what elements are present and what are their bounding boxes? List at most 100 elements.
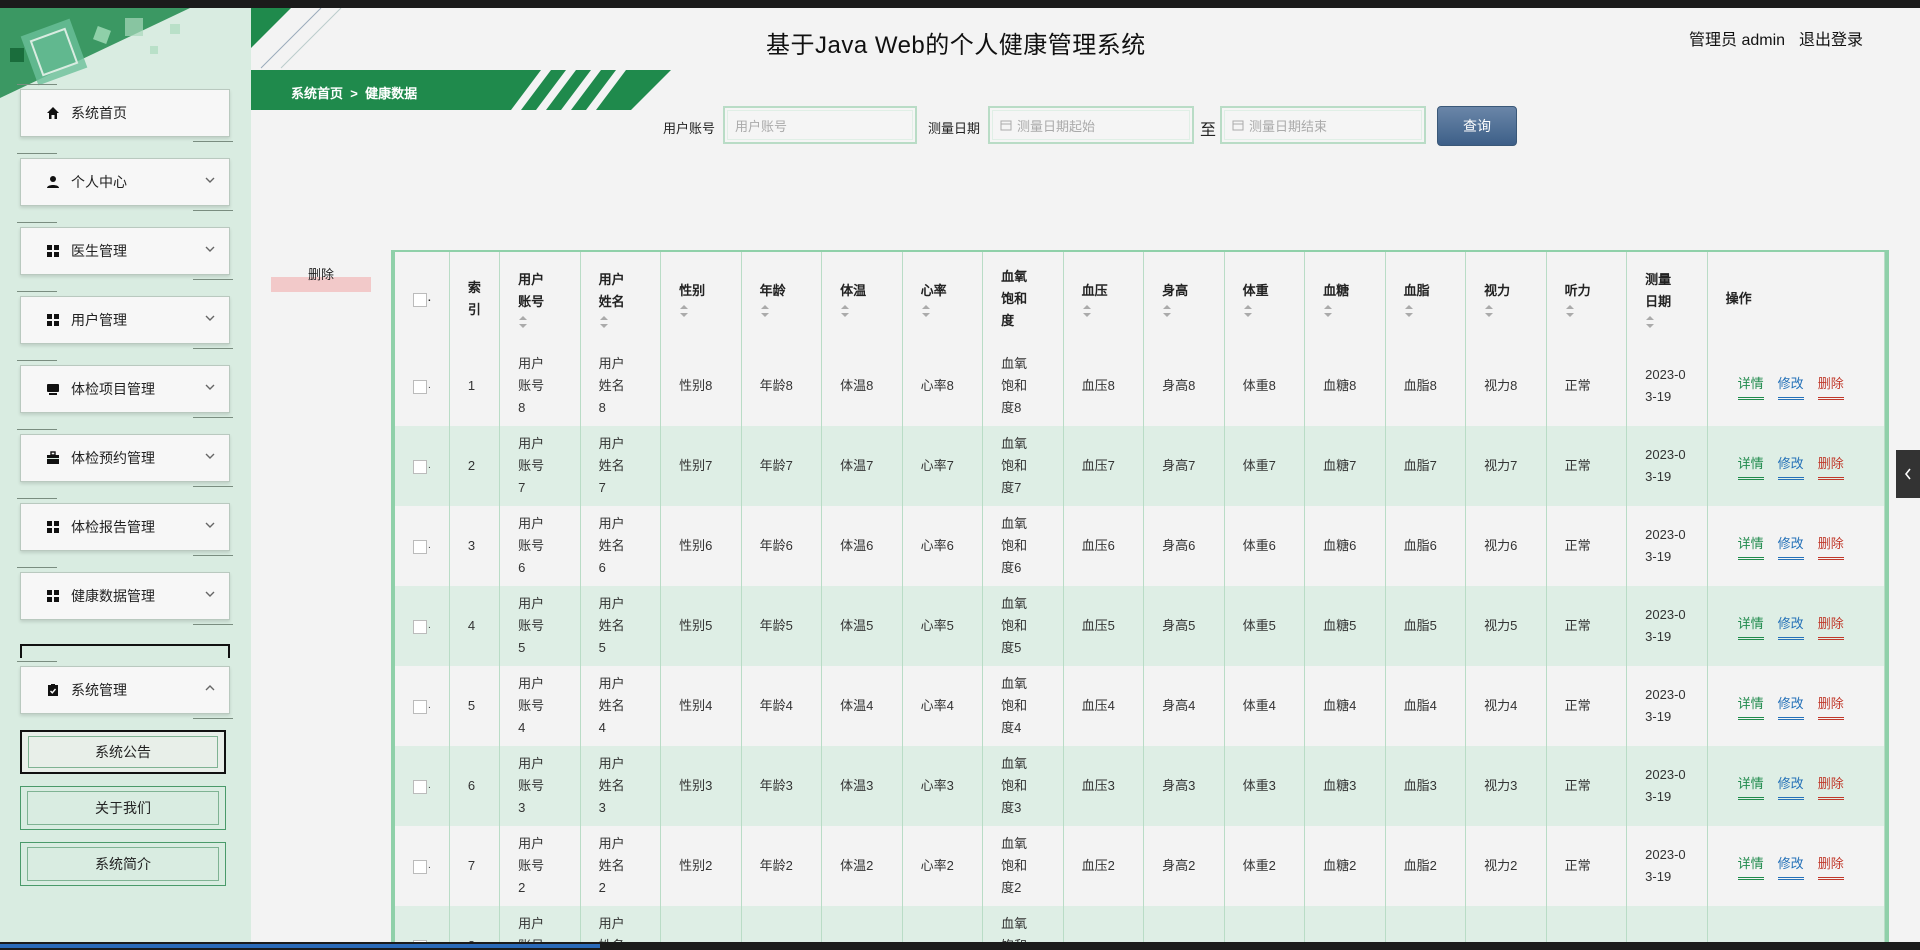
column-header[interactable]: 身高: [1143, 252, 1225, 346]
sort-icon[interactable]: [840, 304, 852, 318]
column-header[interactable]: 心率: [902, 252, 984, 346]
submenu-item-about-us[interactable]: 关于我们: [20, 786, 226, 830]
cell-text: 体温3: [840, 778, 874, 793]
column-header[interactable]: 年龄: [741, 252, 823, 346]
edit-button[interactable]: 修改: [1777, 373, 1804, 400]
batch-delete-button[interactable]: 删除: [271, 262, 371, 292]
detail-button[interactable]: 详情: [1737, 773, 1764, 800]
delete-button[interactable]: 删除: [1817, 533, 1844, 560]
column-header[interactable]: 血氧饱和度: [982, 252, 1064, 346]
column-header[interactable]: 血糖: [1304, 252, 1386, 346]
table-cell-idx: 5: [449, 666, 501, 746]
table-cell-vision: 视力8: [1465, 346, 1547, 426]
table-cell-name: 用户姓名6: [580, 506, 662, 586]
column-header[interactable]: 用户姓名: [580, 252, 662, 346]
edit-button[interactable]: 修改: [1777, 453, 1804, 480]
sort-icon[interactable]: [921, 304, 933, 318]
detail-button[interactable]: 详情: [1737, 373, 1764, 400]
column-header[interactable]: 用户账号: [499, 252, 581, 346]
table-cell-vision: 视力2: [1465, 826, 1547, 906]
date-start-input[interactable]: 测量日期起始: [988, 106, 1194, 144]
edit-button[interactable]: 修改: [1777, 613, 1804, 640]
account-search-input[interactable]: 用户账号: [723, 106, 917, 144]
window-top-strip: [0, 0, 1920, 8]
search-button[interactable]: 查询: [1437, 106, 1517, 146]
cell-text: 体温4: [840, 698, 874, 713]
detail-button[interactable]: 详情: [1737, 693, 1764, 720]
row-checkbox[interactable]: [413, 459, 427, 474]
column-header[interactable]: 血压: [1063, 252, 1145, 346]
table-cell-lipid: 血脂2: [1385, 826, 1467, 906]
row-select-cell: .: [395, 666, 450, 746]
date-end-placeholder: 测量日期结束: [1249, 118, 1328, 134]
table-cell-age: 年龄3: [741, 746, 823, 826]
sort-icon[interactable]: [1323, 304, 1335, 318]
sort-icon[interactable]: [760, 304, 772, 318]
sort-icon[interactable]: [1243, 304, 1255, 318]
sidebar-item-user-management[interactable]: 用户管理: [17, 291, 233, 349]
sidebar-item-checkup-appointment-management[interactable]: 体检预约管理: [17, 429, 233, 487]
table-cell-spo2: 血氧饱和度1: [982, 906, 1064, 942]
row-checkbox[interactable]: [413, 699, 427, 714]
edit-button[interactable]: 修改: [1777, 773, 1804, 800]
table-cell-temp: 体温2: [821, 826, 903, 906]
row-checkbox[interactable]: [413, 539, 427, 554]
sort-icon[interactable]: [679, 304, 691, 318]
column-header[interactable]: 体温: [821, 252, 903, 346]
chevron-up-icon: [205, 685, 215, 691]
row-checkbox[interactable]: [413, 619, 427, 634]
detail-button[interactable]: 详情: [1737, 453, 1764, 480]
sort-icon[interactable]: [518, 315, 530, 329]
sort-icon[interactable]: [1565, 304, 1577, 318]
detail-button[interactable]: 详情: [1737, 533, 1764, 560]
date-end-input[interactable]: 测量日期结束: [1220, 106, 1426, 144]
edit-button[interactable]: 修改: [1777, 533, 1804, 560]
submenu-item-system-intro[interactable]: 系统简介: [20, 842, 226, 886]
delete-button[interactable]: 删除: [1817, 853, 1844, 880]
delete-button[interactable]: 删除: [1817, 453, 1844, 480]
select-all-checkbox[interactable]: [413, 292, 427, 307]
sort-icon[interactable]: [1484, 304, 1496, 318]
row-checkbox[interactable]: [413, 379, 427, 394]
column-header[interactable]: 索引: [449, 252, 501, 346]
sidebar-item-health-data-management[interactable]: 健康数据管理: [17, 567, 233, 625]
scrollbar-thumb[interactable]: [0, 944, 600, 948]
sort-icon[interactable]: [1082, 304, 1094, 318]
delete-button[interactable]: 删除: [1817, 613, 1844, 640]
sort-icon[interactable]: [1645, 315, 1657, 329]
column-header[interactable]: 听力: [1546, 252, 1628, 346]
sort-icon[interactable]: [1162, 304, 1174, 318]
table-cell-heart: 心率4: [902, 666, 984, 746]
column-header[interactable]: 视力: [1465, 252, 1547, 346]
sort-icon[interactable]: [1404, 304, 1416, 318]
row-checkbox[interactable]: [413, 859, 427, 874]
table-cell-name: 用户姓名4: [580, 666, 662, 746]
sidebar-item-checkup-item-management[interactable]: 体检项目管理: [17, 360, 233, 418]
logout-link[interactable]: 退出登录: [1799, 26, 1863, 50]
submenu-item-announcement[interactable]: 系统公告: [20, 730, 226, 774]
cell-text: 心率2: [920, 858, 954, 873]
column-header[interactable]: 测量日期: [1626, 252, 1708, 346]
cell-text: 用户账号8: [518, 356, 545, 415]
sort-icon[interactable]: [599, 315, 611, 329]
edit-button[interactable]: 修改: [1777, 853, 1804, 880]
column-header[interactable]: 体重: [1224, 252, 1306, 346]
row-checkbox[interactable]: [413, 779, 427, 794]
sidebar-item-personal-center[interactable]: 个人中心: [17, 153, 233, 211]
breadcrumb-home[interactable]: 系统首页: [291, 86, 343, 101]
horizontal-scrollbar[interactable]: [0, 942, 1920, 950]
delete-button[interactable]: 删除: [1817, 373, 1844, 400]
sidebar-item-doctor-management[interactable]: 医生管理: [17, 222, 233, 280]
chevron-down-icon: [205, 315, 215, 321]
edit-button[interactable]: 修改: [1777, 693, 1804, 720]
delete-button[interactable]: 删除: [1817, 773, 1844, 800]
detail-button[interactable]: 详情: [1737, 613, 1764, 640]
sidebar-item-system-management[interactable]: 系统管理: [17, 661, 233, 719]
cell-text: 年龄8: [759, 378, 793, 393]
sidebar-item-checkup-report-management[interactable]: 体检报告管理: [17, 498, 233, 556]
column-header[interactable]: 性别: [660, 252, 742, 346]
column-header[interactable]: 血脂: [1385, 252, 1467, 346]
delete-button[interactable]: 删除: [1817, 693, 1844, 720]
collapse-handle[interactable]: [1896, 450, 1920, 498]
detail-button[interactable]: 详情: [1737, 853, 1764, 880]
